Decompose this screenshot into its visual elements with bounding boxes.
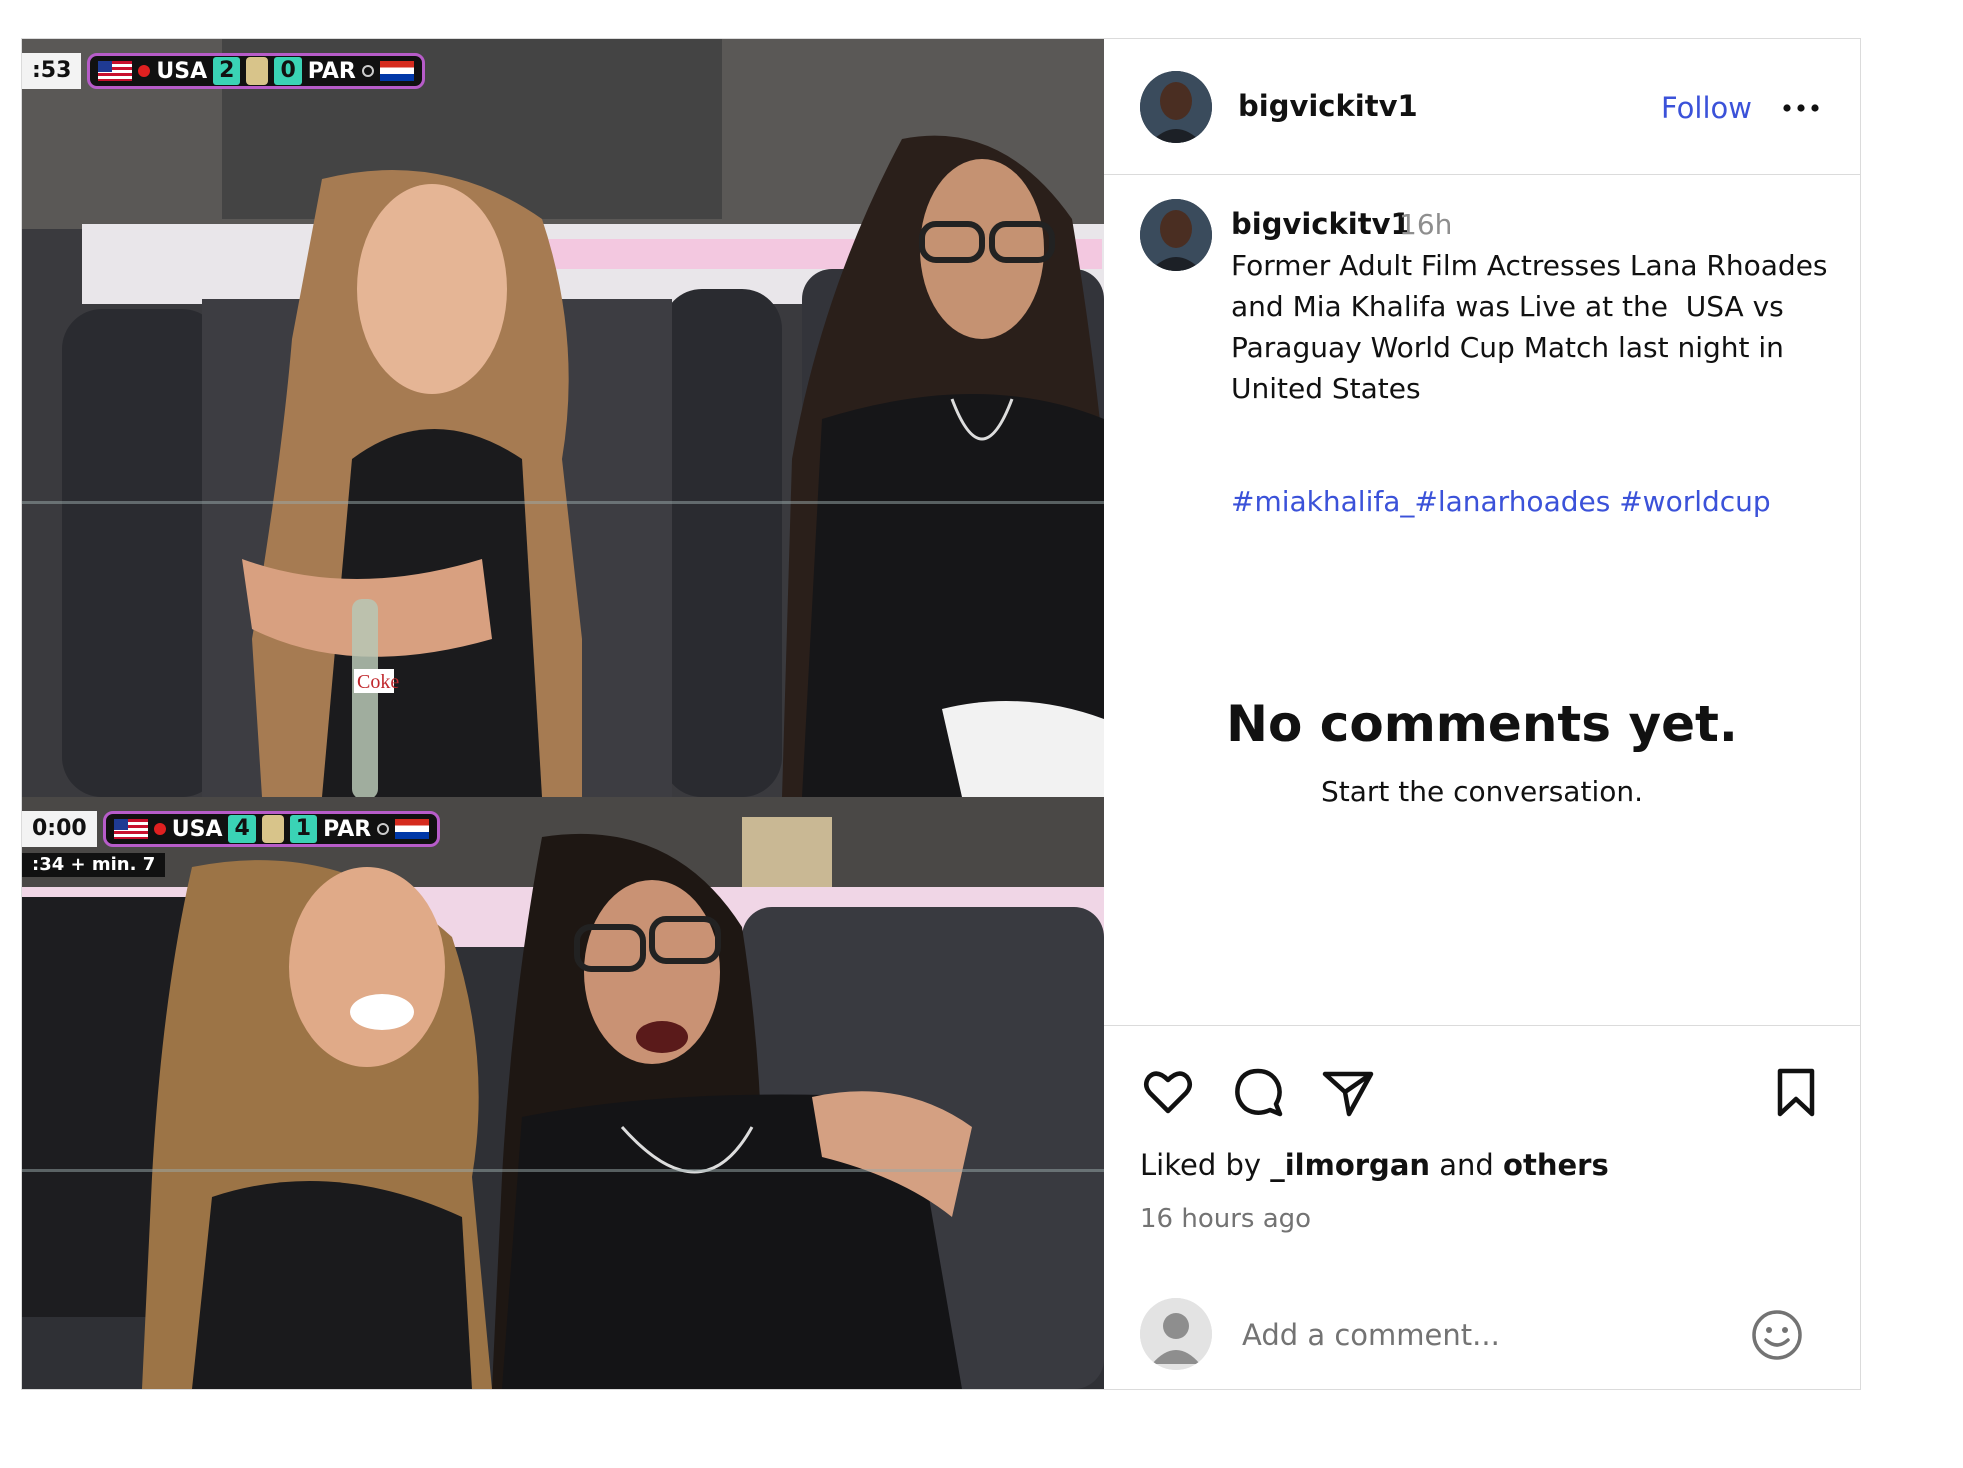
possession-dot-icon bbox=[153, 823, 166, 835]
away-score: 1 bbox=[289, 815, 318, 843]
home-score: 4 bbox=[228, 815, 256, 843]
photo-bottom: 0:00 USA 4 1 PAR :34 + min. 7 bbox=[22, 797, 1104, 1389]
liked-by-others[interactable]: others bbox=[1503, 1148, 1609, 1182]
score-bar: USA 2 0 PAR bbox=[87, 53, 425, 89]
away-score: 0 bbox=[274, 57, 302, 85]
stadium-photo-top: Coke bbox=[22, 39, 1104, 797]
score-bar: USA 4 1 PAR bbox=[102, 811, 441, 847]
author-avatar[interactable] bbox=[1140, 71, 1212, 143]
paraguay-flag-icon bbox=[379, 61, 414, 81]
comment-icon[interactable] bbox=[1230, 1064, 1286, 1120]
share-icon[interactable] bbox=[1320, 1064, 1376, 1120]
liked-by-middle: and bbox=[1430, 1148, 1504, 1182]
possession-dot-icon bbox=[377, 823, 390, 835]
more-horizontal-icon[interactable] bbox=[1779, 93, 1823, 123]
possession-dot-icon bbox=[138, 65, 151, 77]
away-team: PAR bbox=[323, 816, 372, 842]
scorebug-top: :53 USA 2 0 PAR bbox=[22, 53, 425, 89]
away-team: PAR bbox=[307, 58, 356, 84]
liked-by: Liked by _ilmorgan and others bbox=[1140, 1148, 1609, 1182]
stadium-photo-bottom bbox=[22, 797, 1104, 1389]
trophy-icon bbox=[246, 57, 269, 85]
trophy-icon bbox=[261, 815, 284, 843]
comment-input[interactable] bbox=[1240, 1310, 1744, 1360]
post-header: bigvickitv1 Follow bbox=[1104, 39, 1860, 175]
bottle-label: Coke bbox=[357, 671, 399, 693]
caption-hashtags[interactable]: #miakhalifa_#lanarhoades #worldcup bbox=[1231, 485, 1771, 518]
bookmark-icon[interactable] bbox=[1768, 1064, 1824, 1120]
emoji-icon[interactable] bbox=[1750, 1308, 1804, 1362]
match-clock: :53 bbox=[22, 53, 82, 89]
usa-flag-icon bbox=[113, 819, 148, 839]
possession-dot-icon bbox=[361, 65, 374, 77]
post-media[interactable]: Coke :53 USA 2 0 PAR 0:00 USA 4 1 PAR:3… bbox=[22, 39, 1104, 1389]
follow-button[interactable]: Follow bbox=[1661, 91, 1752, 125]
post-timestamp[interactable]: 16 hours ago bbox=[1140, 1204, 1311, 1234]
caption-text: Former Adult Film Actresses Lana Rhoades… bbox=[1231, 249, 1837, 405]
heart-icon[interactable] bbox=[1140, 1064, 1196, 1120]
post-actions: Liked by _ilmorgan and others 16 hours a… bbox=[1104, 1025, 1860, 1389]
stoppage-time: :34 + min. 7 bbox=[22, 853, 166, 877]
no-comments-subtitle: Start the conversation. bbox=[1320, 775, 1643, 808]
caption-time: 16h bbox=[1399, 208, 1453, 241]
liked-by-user[interactable]: _ilmorgan bbox=[1270, 1148, 1430, 1182]
liked-by-prefix: Liked by bbox=[1140, 1148, 1271, 1182]
paraguay-flag-icon bbox=[395, 819, 430, 839]
home-team: USA bbox=[171, 816, 223, 842]
author-username[interactable]: bigvickitv1 bbox=[1238, 89, 1418, 123]
scorebug-bottom: 0:00 USA 4 1 PAR bbox=[22, 811, 441, 847]
home-score: 2 bbox=[213, 57, 241, 85]
comment-composer bbox=[1104, 1290, 1860, 1390]
match-clock: 0:00 bbox=[22, 811, 97, 847]
post-side-panel: bigvickitv1 Follow bigvickitv1 16h Forme… bbox=[1104, 39, 1860, 1389]
home-team: USA bbox=[156, 58, 208, 84]
photo-top: Coke :53 USA 2 0 PAR bbox=[22, 39, 1104, 797]
caption-avatar[interactable] bbox=[1140, 199, 1212, 271]
no-comments-title: No comments yet. bbox=[1226, 695, 1738, 753]
usa-flag-icon bbox=[98, 61, 133, 81]
current-user-avatar bbox=[1140, 1298, 1212, 1370]
caption-username[interactable]: bigvickitv1 bbox=[1231, 207, 1411, 241]
instagram-post: Coke :53 USA 2 0 PAR 0:00 USA 4 1 PAR:3… bbox=[21, 38, 1861, 1390]
